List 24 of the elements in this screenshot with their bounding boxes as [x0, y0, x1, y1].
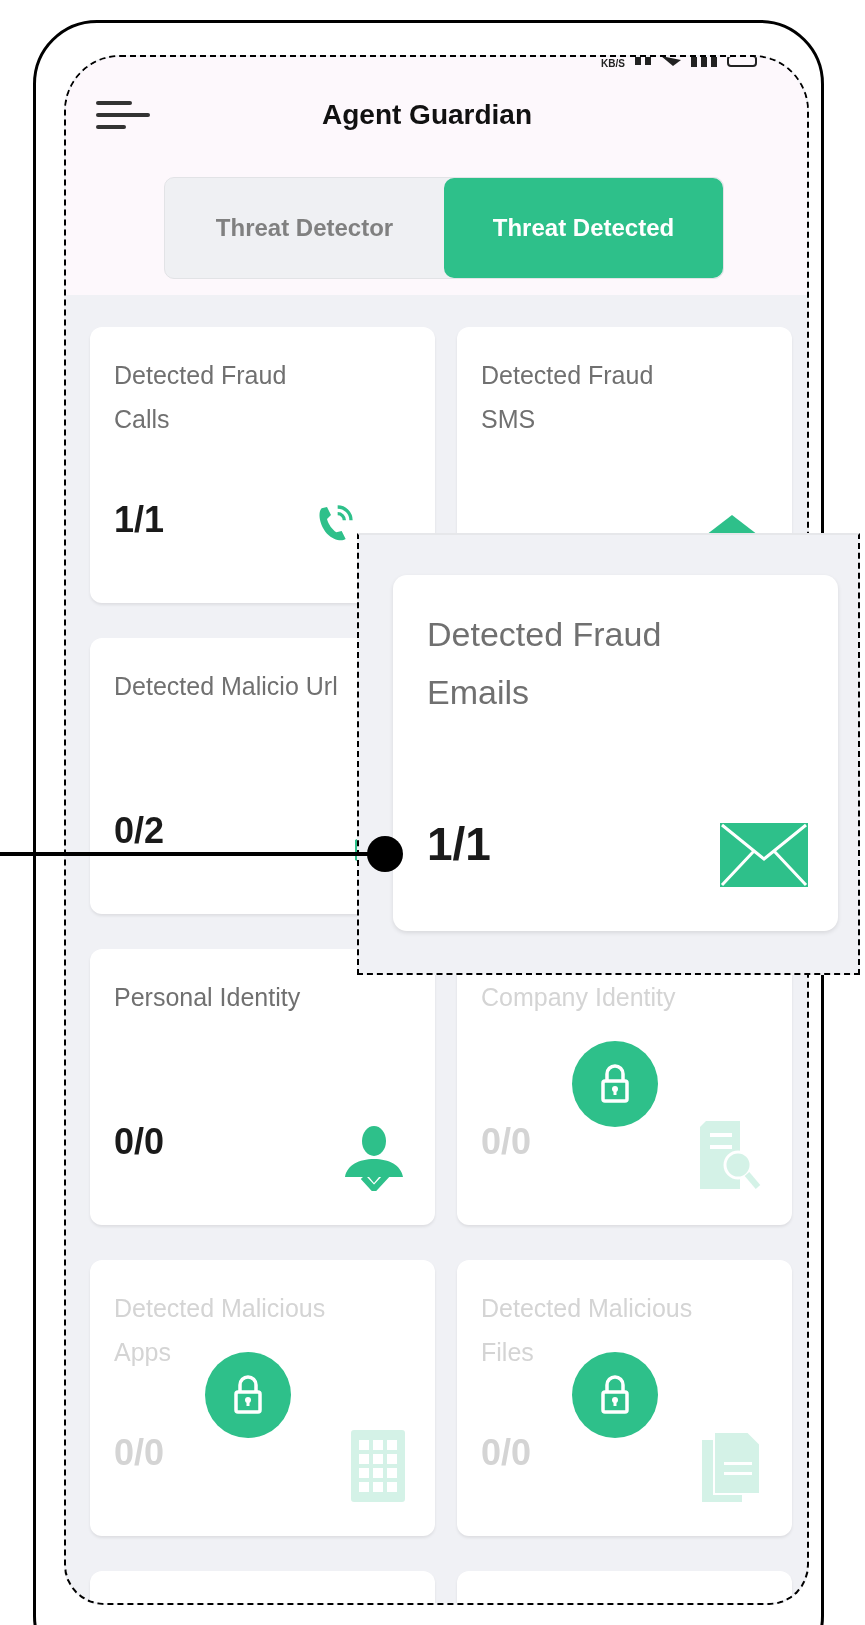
menu-icon[interactable] — [96, 100, 150, 130]
app-title: Agent Guardian — [322, 99, 532, 131]
card-count: 0/2 — [114, 810, 165, 852]
lock-icon — [572, 1041, 658, 1127]
documents-icon — [702, 1432, 762, 1502]
stat-card[interactable]: Detected Fraud Emails 1/1 — [393, 575, 838, 931]
card-title: Personal Identity — [114, 982, 302, 1013]
lock-icon — [572, 1352, 658, 1438]
wifi-icon — [661, 57, 681, 66]
card-title: Detected Malicio Url — [114, 671, 339, 702]
stat-card[interactable]: Detected Fraud Calls 1/1 — [90, 327, 435, 603]
card-count: 1/1 — [114, 499, 165, 541]
tab[interactable]: Threat Detector — [165, 178, 444, 278]
signal-icon — [691, 57, 717, 67]
network-speed-unit: KB/S — [601, 58, 625, 70]
user-check-icon — [343, 1125, 405, 1191]
card-count: 0/0 — [114, 1121, 165, 1163]
card-title: Detected Fraud SMS — [481, 360, 655, 435]
data-arrows-icon — [635, 57, 651, 65]
battery-icon — [727, 57, 757, 67]
card-title: Detected Fraud Calls — [114, 360, 288, 435]
stat-card[interactable]: Personal Identity 0/0 — [90, 949, 435, 1225]
lock-icon — [205, 1352, 291, 1438]
keypad-icon — [351, 1430, 405, 1502]
